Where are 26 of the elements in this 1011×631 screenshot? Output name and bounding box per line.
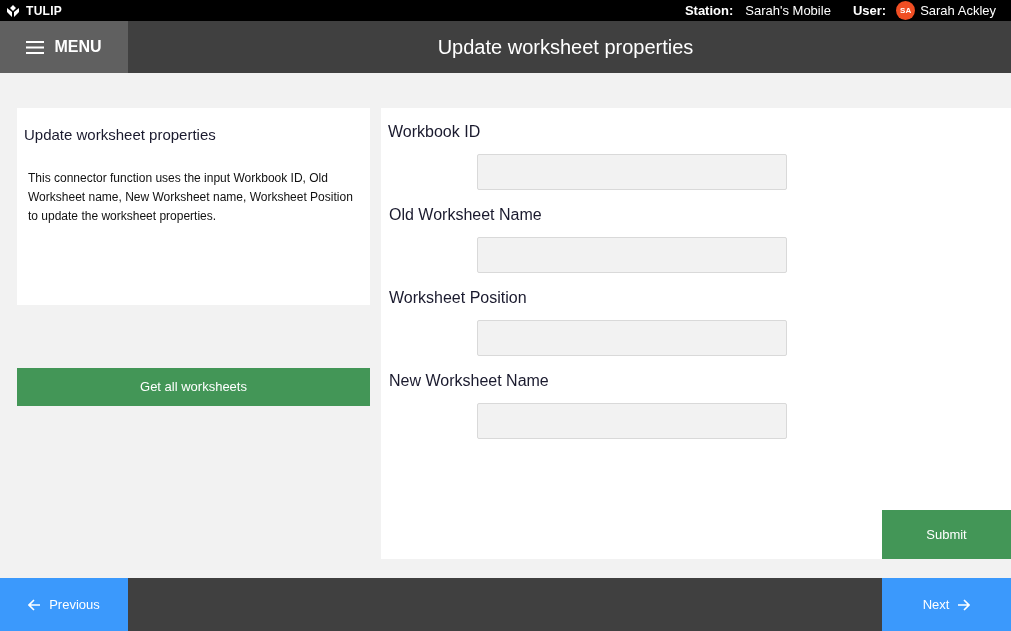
field-label: Worksheet Position — [389, 288, 528, 308]
field-label: Workbook ID — [388, 122, 482, 142]
arrow-left-icon — [28, 598, 42, 611]
station-label: Station: — [684, 1, 734, 20]
tulip-logo-icon — [6, 3, 20, 18]
menu-button[interactable]: MENU — [0, 21, 128, 73]
menu-icon — [26, 40, 45, 54]
input-field[interactable] — [477, 403, 787, 439]
user-avatar: SA — [896, 1, 916, 20]
arrow-right-icon — [957, 598, 971, 611]
input-field[interactable] — [477, 320, 787, 356]
submit-button[interactable]: Submit — [882, 510, 1011, 559]
previous-button[interactable]: Previous — [0, 578, 128, 631]
brand-name: TULIP — [26, 2, 63, 20]
user-name: Sarah Ackley — [920, 1, 996, 20]
next-button[interactable]: Next — [882, 578, 1011, 631]
input-field[interactable] — [477, 237, 787, 273]
get-worksheets-button[interactable]: Get all worksheets — [17, 368, 370, 406]
card-description: This connector function uses the input Workbook ID, Old Worksheet name, New Worksheet name, Worksheet Position to update the worksheet properties. — [27, 169, 354, 225]
user-label: User: — [852, 1, 888, 20]
field-label: New Worksheet Name — [389, 371, 550, 391]
page-title: Update worksheet properties — [436, 35, 695, 60]
field-label: Old Worksheet Name — [389, 205, 543, 225]
input-field[interactable] — [477, 154, 787, 190]
card-title: Update worksheet properties — [24, 125, 217, 145]
station-name: Sarah's Mobile — [745, 1, 831, 20]
